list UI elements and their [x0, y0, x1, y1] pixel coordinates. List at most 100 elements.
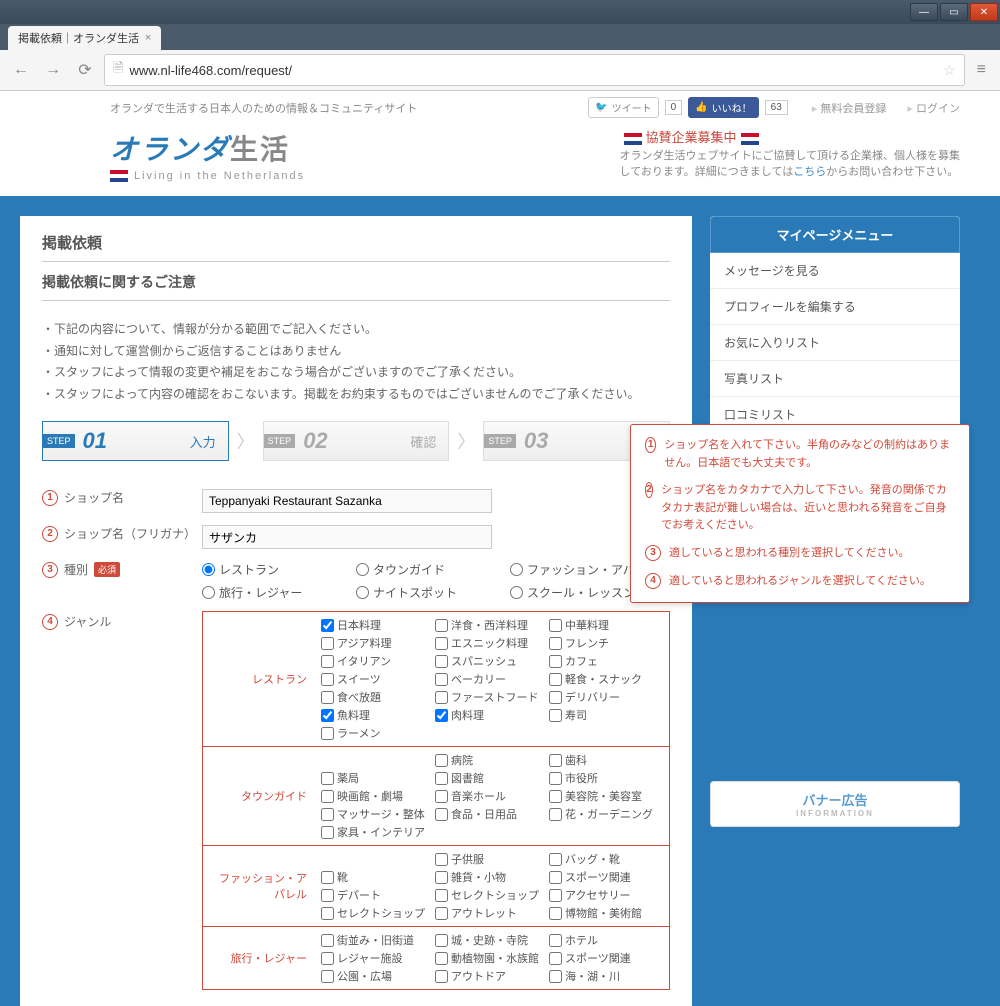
genre-option[interactable]: 寿司: [549, 706, 663, 724]
tab-bar: 掲載依頼｜オランダ生活 ×: [0, 24, 1000, 50]
genre-option[interactable]: イタリアン: [321, 652, 435, 670]
genre-option[interactable]: 音楽ホール: [435, 787, 549, 805]
genre-option[interactable]: 雑貨・小物: [435, 868, 549, 886]
genre-option[interactable]: 魚料理: [321, 706, 435, 724]
mypage-item[interactable]: 写真リスト: [710, 361, 960, 397]
like-button[interactable]: 👍 いいね！: [688, 97, 758, 118]
genre-option[interactable]: 美容院・美容室: [549, 787, 663, 805]
genre-block: レストラン 日本料理 洋食・西洋料理 中華料理 アジア料理 エスニック料理 フレ…: [202, 611, 670, 990]
genre-option[interactable]: ホテル: [549, 931, 663, 949]
genre-option[interactable]: レジャー施設: [321, 949, 435, 967]
genre-option[interactable]: 海・湖・川: [549, 967, 663, 985]
genre-option[interactable]: 博物館・美術館: [549, 904, 663, 922]
genre-option[interactable]: カフェ: [549, 652, 663, 670]
kana-input[interactable]: [202, 525, 492, 549]
genre-option[interactable]: 歯科: [549, 751, 663, 769]
page-subtitle: 掲載依頼に関するご注意: [42, 272, 670, 301]
genre-option[interactable]: スポーツ関連: [549, 949, 663, 967]
main-panel: 掲載依頼 掲載依頼に関するご注意 ・下記の内容について、情報が分かる範囲でご記入…: [20, 216, 692, 1006]
step-indicator: STEP 01入力 〉 STEP 02確認 〉 STEP 03完了: [42, 421, 670, 461]
type-option[interactable]: レストラン: [202, 561, 352, 578]
sponsor-block: 協賛企業募集中 オランダ生活ウェブサイトにご協賛して頂ける企業様、個人様を募集 …: [620, 128, 960, 182]
genre-category: タウンガイド: [203, 782, 315, 810]
shop-input[interactable]: [202, 489, 492, 513]
genre-category: レストラン: [203, 665, 315, 693]
window-minimize[interactable]: —: [910, 3, 938, 21]
genre-option[interactable]: セレクトショップ: [435, 886, 549, 904]
genre-option[interactable]: ラーメン: [321, 724, 435, 742]
window-titlebar: — ▭ ✕: [0, 0, 1000, 24]
sponsor-link[interactable]: こちら: [793, 166, 826, 178]
login-link[interactable]: ログイン: [907, 103, 960, 115]
genre-option[interactable]: セレクトショップ: [321, 904, 435, 922]
genre-option[interactable]: スポーツ関連: [549, 868, 663, 886]
genre-option[interactable]: マッサージ・整体: [321, 805, 435, 823]
bookmark-icon[interactable]: ☆: [943, 62, 956, 79]
window-close[interactable]: ✕: [970, 3, 998, 21]
genre-option[interactable]: デリバリー: [549, 688, 663, 706]
genre-option[interactable]: アクセサリー: [549, 886, 663, 904]
site-logo[interactable]: オランダ生活 Living in the Netherlands: [110, 128, 305, 182]
genre-option[interactable]: アウトレット: [435, 904, 549, 922]
genre-option[interactable]: 街並み・旧街道: [321, 931, 435, 949]
genre-option[interactable]: 食品・日用品: [435, 805, 549, 823]
genre-option[interactable]: 図書館: [435, 769, 549, 787]
genre-option[interactable]: 薬局: [321, 769, 435, 787]
genre-option[interactable]: スイーツ: [321, 670, 435, 688]
genre-option[interactable]: 映画館・劇場: [321, 787, 435, 805]
genre-option[interactable]: 病院: [435, 751, 549, 769]
genre-option[interactable]: 洋食・西洋料理: [435, 616, 549, 634]
genre-option[interactable]: 公園・広場: [321, 967, 435, 985]
genre-option[interactable]: 靴: [321, 868, 435, 886]
forward-button[interactable]: →: [40, 57, 66, 83]
genre-option[interactable]: ファーストフード: [435, 688, 549, 706]
genre-option[interactable]: 市役所: [549, 769, 663, 787]
mypage-item[interactable]: メッセージを見る: [710, 253, 960, 289]
type-option[interactable]: ナイトスポット: [356, 584, 506, 601]
genre-option[interactable]: アジア料理: [321, 634, 435, 652]
shop-label: ショップ名: [64, 489, 124, 506]
page-icon: 🗎: [113, 59, 123, 81]
kana-label: ショップ名（フリガナ）: [64, 525, 196, 542]
genre-option[interactable]: 子供服: [435, 850, 549, 868]
genre-category: 旅行・レジャー: [203, 944, 315, 972]
genre-option[interactable]: ベーカリー: [435, 670, 549, 688]
window-maximize[interactable]: ▭: [940, 3, 968, 21]
genre-category: ファッション・アパレル: [203, 864, 315, 908]
genre-option[interactable]: デパート: [321, 886, 435, 904]
genre-option[interactable]: 軽食・スナック: [549, 670, 663, 688]
address-bar: ← → ⟳ 🗎 www.nl-life468.com/request/ ☆ ≡: [0, 50, 1000, 91]
url-text: www.nl-life468.com/request/: [129, 63, 292, 78]
genre-label: ジャンル: [64, 613, 111, 630]
type-option[interactable]: タウンガイド: [356, 561, 506, 578]
url-input[interactable]: 🗎 www.nl-life468.com/request/ ☆: [104, 54, 965, 86]
genre-option[interactable]: スパニッシュ: [435, 652, 549, 670]
genre-option[interactable]: エスニック料理: [435, 634, 549, 652]
genre-option[interactable]: 食べ放題: [321, 688, 435, 706]
reload-button[interactable]: ⟳: [72, 57, 98, 83]
genre-option[interactable]: アウトドア: [435, 967, 549, 985]
genre-option[interactable]: 日本料理: [321, 616, 435, 634]
genre-option[interactable]: 花・ガーデニング: [549, 805, 663, 823]
marker-3: 3: [42, 562, 58, 578]
genre-option[interactable]: 肉料理: [435, 706, 549, 724]
mypage-item[interactable]: プロフィールを編集する: [710, 289, 960, 325]
browser-menu-icon[interactable]: ≡: [971, 61, 992, 79]
genre-option[interactable]: 動植物園・水族館: [435, 949, 549, 967]
browser-tab[interactable]: 掲載依頼｜オランダ生活 ×: [8, 26, 161, 50]
genre-option[interactable]: 城・史跡・寺院: [435, 931, 549, 949]
banner-box[interactable]: バナー広告INFORMATION: [710, 781, 960, 827]
marker-1: 1: [42, 490, 58, 506]
close-tab-icon[interactable]: ×: [145, 32, 151, 44]
back-button[interactable]: ←: [8, 57, 34, 83]
genre-option[interactable]: 家具・インテリア: [321, 823, 435, 841]
genre-option[interactable]: バッグ・靴: [549, 850, 663, 868]
type-label: 種別: [64, 561, 88, 578]
page-title: 掲載依頼: [42, 232, 670, 262]
tweet-button[interactable]: 🐦ツイート: [588, 97, 658, 118]
mypage-item[interactable]: お気に入りリスト: [710, 325, 960, 361]
type-option[interactable]: 旅行・レジャー: [202, 584, 352, 601]
genre-option[interactable]: 中華料理: [549, 616, 663, 634]
genre-option[interactable]: フレンチ: [549, 634, 663, 652]
register-link[interactable]: 無料会員登録: [812, 103, 887, 115]
